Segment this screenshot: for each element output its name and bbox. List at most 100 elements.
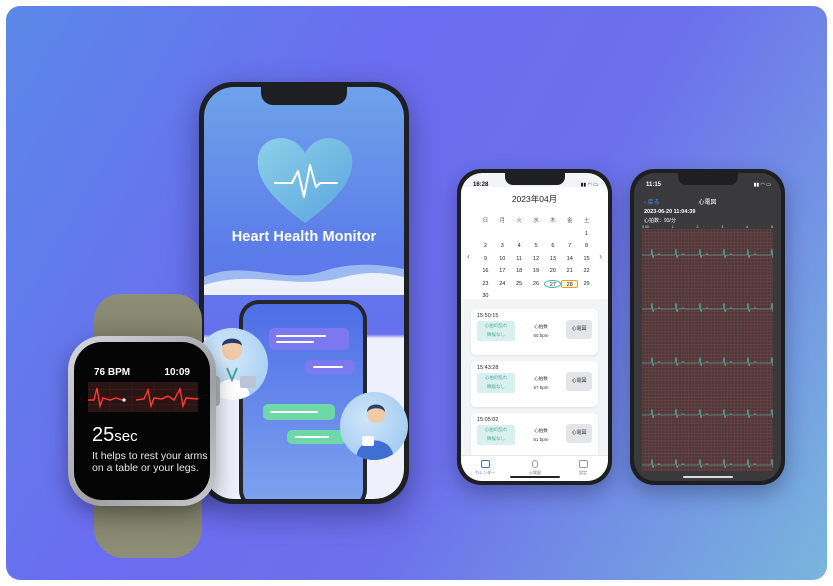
calendar-grid: 日月火水木金土 1 2 3 4 5 6 7 8 9 10 11 12 13 14 15 16 17 18 19 20 21… <box>477 217 595 300</box>
calendar-day[interactable]: 2 <box>477 242 494 250</box>
watch-time: 10:09 <box>164 367 190 378</box>
calendar-day[interactable]: 6 <box>544 242 561 250</box>
app-title: Heart Health Monitor <box>231 229 377 245</box>
calendar-day[interactable]: 8 <box>578 242 595 250</box>
ecg-button[interactable]: 心電図 <box>566 424 592 443</box>
calendar-phone: 16:28 ▮▮ ◠ ▭ 2023年04月 ‹ › 日月火水木金土1234567… <box>457 169 612 485</box>
record-card[interactable]: 15:05:02 心拍の乱れ 徴候なし 心拍数 51 bpm 心電図 <box>471 413 598 459</box>
calendar-day[interactable]: 17 <box>494 267 511 275</box>
calendar-day[interactable]: 12 <box>528 255 545 263</box>
chat-bubble <box>269 328 349 350</box>
record-time: 15:50:15 <box>477 313 499 319</box>
weekday-label: 水 <box>533 218 539 224</box>
calendar-day[interactable]: 15 <box>578 255 595 263</box>
calendar-empty <box>544 230 561 238</box>
phone-notch <box>261 87 347 105</box>
calendar-day[interactable]: 13 <box>544 255 561 263</box>
calendar-empty <box>477 230 494 238</box>
ecg-phone: 11:15 ▮▮ ◠ ▭ ‹ 戻る 心電図 2023-06-20 11:04:3… <box>630 169 785 485</box>
chat-bubble <box>287 430 347 444</box>
calendar-day[interactable]: 25 <box>511 280 528 288</box>
calendar-empty <box>528 230 545 238</box>
weekday-label: 木 <box>550 218 556 224</box>
watch-countdown: 25sec <box>92 424 138 446</box>
heart-ecg-icon <box>252 131 358 229</box>
calendar-day[interactable]: 26 <box>528 280 545 288</box>
calendar-day[interactable]: 9 <box>477 255 494 263</box>
calendar-month: 2023年04月 <box>511 194 558 204</box>
status-time: 16:28 <box>473 182 489 188</box>
record-card[interactable]: 15:50:15 心拍の乱れ 徴候なし 心拍数 60 bpm 心電図 <box>471 309 598 355</box>
chat-bubble <box>305 360 355 374</box>
calendar-day[interactable]: 20 <box>544 267 561 275</box>
tab-ecg[interactable]: 心電図 <box>515 460 555 476</box>
phone-notch <box>677 173 738 185</box>
calendar-day[interactable]: 23 <box>477 280 494 288</box>
calendar-empty <box>561 292 578 300</box>
phone-notch <box>504 173 565 185</box>
ecg-chart <box>642 229 773 471</box>
smartwatch: 76 BPM 10:09 25sec It helps to rest your… <box>68 336 216 506</box>
calendar-day[interactable]: 29 <box>578 280 595 288</box>
prev-month-icon[interactable]: ‹ <box>467 252 470 261</box>
ecg-datetime: 2023-06-20 11:04:39 <box>644 209 696 215</box>
chat-illustration-screen <box>243 304 363 499</box>
calendar-day[interactable]: 1 <box>578 230 595 238</box>
tab-calendar[interactable]: カレンダー <box>465 460 505 476</box>
watch-screen: 76 BPM 10:09 25sec It helps to rest your… <box>74 342 210 500</box>
calendar-empty <box>561 230 578 238</box>
rhythm-tag: 心拍の乱れ 徴候なし <box>477 425 515 445</box>
status-time: 11:15 <box>646 182 662 188</box>
calendar-day[interactable]: 30 <box>477 292 494 300</box>
weekday-label: 月 <box>499 218 506 224</box>
rhythm-tag: 心拍の乱れ 徴候なし <box>477 321 515 341</box>
calendar-empty <box>544 292 561 300</box>
record-heart-rate: 心拍数 51 bpm <box>533 428 549 442</box>
calendar-day[interactable]: 27 <box>544 279 562 288</box>
ecg-heart-rate: 心拍数：93/分 <box>644 218 676 224</box>
chat-illustration-phone <box>239 300 367 499</box>
record-heart-rate: 心拍数 60 bpm <box>533 324 549 338</box>
record-card[interactable]: 15:43:28 心拍の乱れ 徴候なし 心拍数 57 bpm 心電図 <box>471 361 598 407</box>
calendar-day[interactable]: 16 <box>477 267 494 275</box>
rhythm-tag: 心拍の乱れ 徴候なし <box>477 373 515 393</box>
tab-bar: カレンダー 心電図 設定 <box>461 455 608 481</box>
chat-bubble <box>263 404 335 420</box>
next-month-icon[interactable]: › <box>599 252 602 261</box>
weekday-label: 火 <box>516 218 522 224</box>
calendar-day[interactable]: 4 <box>511 242 528 250</box>
calendar-day[interactable]: 5 <box>528 242 545 250</box>
patient-illustration <box>340 392 408 460</box>
weekday-label: 土 <box>583 218 590 224</box>
list-icon <box>578 460 588 468</box>
calendar-empty <box>494 292 511 300</box>
calendar-day[interactable]: 28 <box>561 279 579 288</box>
calendar-day[interactable]: 18 <box>511 267 528 275</box>
ecg-title: 心電図 <box>698 200 717 206</box>
tab-settings[interactable]: 設定 <box>563 460 603 476</box>
calendar-day[interactable]: 7 <box>561 242 578 250</box>
calendar-day[interactable]: 22 <box>578 267 595 275</box>
calendar-icon <box>480 460 490 468</box>
calendar-day[interactable]: 24 <box>494 280 511 288</box>
calendar-empty <box>528 292 545 300</box>
wave-decoration <box>204 264 404 295</box>
home-indicator <box>509 476 560 478</box>
watch-icon <box>532 460 538 468</box>
watch-bpm: 76 BPM <box>94 367 131 378</box>
calendar-empty <box>494 230 511 238</box>
home-indicator <box>682 476 733 478</box>
ecg-screen: 11:15 ▮▮ ◠ ▭ ‹ 戻る 心電図 2023-06-20 11:04:3… <box>634 173 781 481</box>
ecg-button[interactable]: 心電図 <box>566 320 592 339</box>
calendar-empty <box>511 292 528 300</box>
watch-ecg-graph <box>88 382 199 412</box>
calendar-day[interactable]: 11 <box>511 255 528 263</box>
calendar-day[interactable]: 21 <box>561 267 578 275</box>
calendar-day[interactable]: 14 <box>561 255 578 263</box>
promo-background: Heart Health Monitor 76 BPM 10:09 25sec … <box>6 6 827 580</box>
ecg-button[interactable]: 心電図 <box>566 372 592 391</box>
calendar-day[interactable]: 10 <box>494 255 511 263</box>
watch-instruction: It helps to rest your arms on a table or… <box>92 450 208 474</box>
calendar-day[interactable]: 19 <box>528 267 545 275</box>
calendar-day[interactable]: 3 <box>494 242 511 250</box>
